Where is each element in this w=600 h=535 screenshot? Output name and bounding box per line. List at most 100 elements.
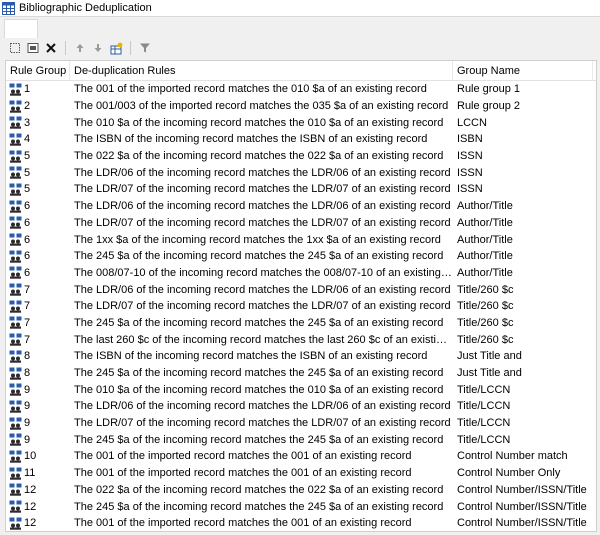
rule-group-number: 9 — [24, 400, 31, 413]
header-dedup-rules[interactable]: De-duplication Rules — [70, 61, 453, 81]
properties-icon[interactable] — [26, 41, 40, 55]
dedup-rule-cell: The LDR/06 of the incoming record matche… — [74, 400, 451, 413]
table-row[interactable]: 5 The 022 $a of the incoming record match… — [6, 148, 596, 165]
table-row[interactable]: 7 The LDR/07 of the incoming record match… — [6, 298, 596, 315]
table-row[interactable]: 5 The LDR/06 of the incoming record match… — [6, 164, 596, 181]
dedup-window: Bibliographic Deduplication Rule Group D… — [0, 0, 600, 535]
rule-group-icon — [9, 100, 22, 113]
table-row[interactable]: 1 The 001 of the imported record matches … — [6, 81, 596, 98]
toolbar — [0, 38, 600, 58]
dedup-rule-cell: The 001 of the imported record matches t… — [74, 83, 427, 96]
table-row[interactable]: 7 The 245 $a of the incoming record match… — [6, 315, 596, 332]
rule-group-cell: 9 — [6, 398, 70, 414]
filter-icon[interactable] — [138, 41, 152, 55]
table-row[interactable]: 10 The 001 of the imported record matches… — [6, 448, 596, 465]
grid-header: Rule Group De-duplication Rules Group Na… — [6, 61, 596, 81]
header-group-name[interactable]: Group Name — [453, 61, 593, 81]
header-rule-group[interactable]: Rule Group — [6, 61, 70, 81]
new-record-icon[interactable] — [8, 41, 22, 55]
rule-group-number: 3 — [24, 116, 31, 129]
group-name-cell: ISBN — [457, 133, 483, 146]
group-name-cell: Control Number/ISSN/Title — [457, 517, 587, 530]
table-row[interactable]: 7 The last 260 $c of the incoming record … — [6, 331, 596, 348]
table-row[interactable]: 7 The LDR/06 of the incoming record match… — [6, 281, 596, 298]
dedup-rule-cell: The LDR/07 of the incoming record matche… — [74, 300, 451, 313]
table-row[interactable]: 8 The ISBN of the incoming record matches… — [6, 348, 596, 365]
rule-group-cell: 10 — [6, 448, 70, 464]
table-row[interactable]: 6 The LDR/06 of the incoming record match… — [6, 198, 596, 215]
rule-group-cell: 7 — [6, 282, 70, 298]
table-row[interactable]: 9 The 010 $a of the incoming record match… — [6, 381, 596, 398]
table-row[interactable]: 6 The 008/07-10 of the incoming record ma… — [6, 265, 596, 282]
table-row[interactable]: 3 The 010 $a of the incoming record match… — [6, 114, 596, 131]
table-row[interactable]: 8 The 245 $a of the incoming record match… — [6, 365, 596, 382]
table-row[interactable]: 6 The LDR/07 of the incoming record match… — [6, 215, 596, 232]
move-up-icon[interactable] — [73, 41, 87, 55]
rule-group-cell: 7 — [6, 315, 70, 331]
rule-group-icon — [9, 133, 22, 146]
rule-group-cell: 11 — [6, 465, 70, 481]
dedup-rule-cell: The LDR/06 of the incoming record matche… — [74, 166, 451, 179]
group-name-cell: Control Number/ISSN/Title — [457, 483, 587, 496]
dedup-rule-cell: The LDR/06 of the incoming record matche… — [74, 283, 451, 296]
rule-group-icon — [9, 517, 22, 530]
dedup-rule-cell: The 001 of the imported record matches t… — [74, 467, 412, 480]
rule-group-cell: 12 — [6, 482, 70, 498]
table-row[interactable]: 9 The LDR/07 of the incoming record match… — [6, 415, 596, 432]
table-row[interactable]: 2 The 001/003 of the imported record matc… — [6, 98, 596, 115]
table-row[interactable]: 12 The 245 $a of the incoming record matc… — [6, 498, 596, 515]
rule-group-icon — [9, 467, 22, 480]
table-row[interactable]: 5 The LDR/07 of the incoming record match… — [6, 181, 596, 198]
dedup-rule-cell: The ISBN of the incoming record matches … — [74, 350, 428, 363]
add-group-icon[interactable] — [109, 41, 123, 55]
rule-group-icon — [9, 200, 22, 213]
table-row[interactable]: 12 The 022 $a of the incoming record matc… — [6, 482, 596, 499]
delete-icon[interactable] — [44, 41, 58, 55]
rule-group-cell: 6 — [6, 232, 70, 248]
table-row[interactable]: 4 The ISBN of the incoming record matches… — [6, 131, 596, 148]
rule-group-cell: 6 — [6, 248, 70, 264]
rule-group-cell: 2 — [6, 98, 70, 114]
dedup-rules-grid[interactable]: Rule Group De-duplication Rules Group Na… — [5, 60, 597, 532]
dedup-rule-cell: The 001/003 of the imported record match… — [74, 100, 449, 113]
group-name-cell: ISSN — [457, 183, 483, 196]
rule-group-cell: 12 — [6, 499, 70, 515]
dedup-rule-cell: The 010 $a of the incoming record matche… — [74, 383, 444, 396]
group-name-cell: Author/Title — [457, 266, 513, 279]
group-name-cell: Title/260 $c — [457, 333, 514, 346]
group-name-cell: Author/Title — [457, 200, 513, 213]
rule-group-number: 7 — [24, 283, 31, 296]
rule-group-number: 5 — [24, 183, 31, 196]
table-row[interactable]: 12 The 001 of the imported record matches… — [6, 515, 596, 531]
rule-group-icon — [9, 383, 22, 396]
rule-group-icon — [9, 83, 22, 96]
rule-group-number: 9 — [24, 417, 31, 430]
move-down-icon[interactable] — [91, 41, 105, 55]
rule-group-number: 4 — [24, 133, 31, 146]
table-row[interactable]: 6 The 1xx $a of the incoming record match… — [6, 231, 596, 248]
rule-group-number: 7 — [24, 300, 31, 313]
rule-group-number: 7 — [24, 316, 31, 329]
rule-group-cell: 12 — [6, 515, 70, 531]
rule-group-cell: 4 — [6, 131, 70, 147]
table-row[interactable]: 11 The 001 of the imported record matches… — [6, 465, 596, 482]
dedup-rule-cell: The LDR/07 of the incoming record matche… — [74, 183, 451, 196]
table-row[interactable]: 9 The LDR/06 of the incoming record match… — [6, 398, 596, 415]
dedup-rule-cell: The 245 $a of the incoming record matche… — [74, 433, 444, 446]
window-title: Bibliographic Deduplication — [19, 2, 152, 14]
tab-main[interactable] — [4, 19, 38, 38]
rule-group-number: 1 — [24, 83, 31, 96]
rule-group-icon — [9, 283, 22, 296]
group-name-cell: Author/Title — [457, 250, 513, 263]
rule-group-number: 6 — [24, 233, 31, 246]
rule-group-icon — [9, 417, 22, 430]
group-name-cell: Author/Title — [457, 233, 513, 246]
tab-strip — [0, 17, 600, 38]
table-row[interactable]: 9 The 245 $a of the incoming record match… — [6, 431, 596, 448]
dedup-rule-cell: The LDR/07 of the incoming record matche… — [74, 417, 451, 430]
group-name-cell: ISSN — [457, 166, 483, 179]
rule-group-icon — [9, 400, 22, 413]
group-name-cell: Title/LCCN — [457, 433, 511, 446]
table-row[interactable]: 6 The 245 $a of the incoming record match… — [6, 248, 596, 265]
rule-group-number: 6 — [24, 250, 31, 263]
